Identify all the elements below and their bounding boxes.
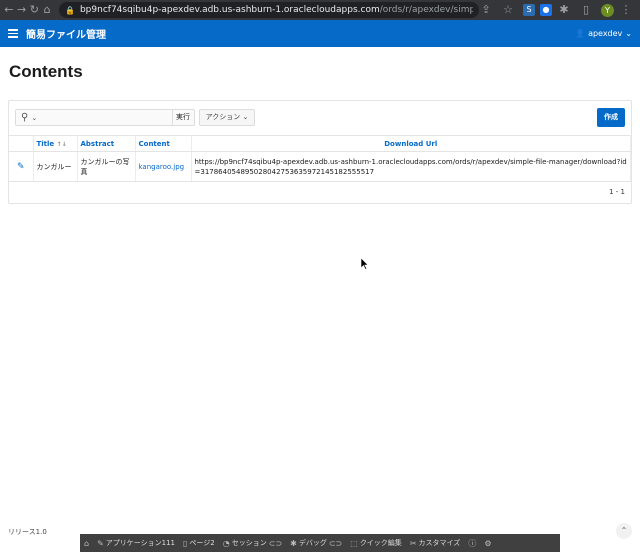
column-header-title[interactable]: Title ↑↓ bbox=[33, 135, 78, 152]
app-title[interactable]: 簡易ファイル管理 bbox=[26, 26, 106, 41]
edit-app-icon: ✎ bbox=[97, 538, 104, 548]
hamburger-menu-icon[interactable] bbox=[8, 29, 18, 38]
user-menu[interactable]: 👤 apexdev ⌄ bbox=[575, 29, 632, 38]
debug-icon: ✱ bbox=[290, 538, 297, 548]
user-name: apexdev bbox=[588, 29, 623, 38]
sort-ascending-icon: ↑↓ bbox=[56, 140, 67, 148]
dev-quick-edit-button[interactable]: ⬚ クイック編集 bbox=[350, 538, 402, 548]
create-button[interactable]: 作成 bbox=[597, 108, 625, 127]
column-header-content[interactable]: Content bbox=[135, 135, 192, 152]
extensions-puzzle-icon[interactable]: ✱ bbox=[557, 3, 571, 17]
profile-avatar[interactable]: Y bbox=[601, 3, 614, 17]
customize-icon: ✂ bbox=[409, 538, 417, 548]
address-bar[interactable]: 🔒 bp9ncf74sqibu4p-apexdev.adb.us-ashburn… bbox=[59, 2, 479, 18]
bookmark-star-icon[interactable]: ☆ bbox=[501, 3, 515, 17]
chevron-down-icon: ⌄ bbox=[242, 113, 249, 121]
dev-app-button[interactable]: ✎ アプリケーション111 bbox=[97, 538, 175, 548]
scroll-top-icon[interactable]: ⌃ bbox=[616, 523, 632, 539]
dev-customize-button[interactable]: ✂ カスタマイズ bbox=[410, 538, 461, 548]
sidebar-icon[interactable]: ▯ bbox=[579, 3, 593, 17]
report-table: Title ↑↓ Abstract Content Download Url ✎… bbox=[9, 135, 631, 182]
pagination: 1 - 1 bbox=[609, 188, 625, 196]
search-input[interactable] bbox=[37, 110, 194, 125]
table-header-row: Title ↑↓ Abstract Content Download Url bbox=[9, 135, 631, 152]
actions-label: アクション bbox=[205, 113, 241, 121]
cell-download-url: https://bp9ncf74sqibu4p-apexdev.adb.us-a… bbox=[191, 151, 631, 182]
dev-page-button[interactable]: ▯ ページ2 bbox=[183, 538, 215, 548]
mouse-cursor-icon bbox=[361, 258, 369, 270]
page-title: Contents bbox=[9, 62, 83, 81]
cell-content-link[interactable]: kangaroo.jpg bbox=[135, 151, 192, 182]
table-row: ✎ カンガルー カンガルーの写真 kangaroo.jpg https://bp… bbox=[9, 151, 631, 182]
lock-icon: 🔒 bbox=[65, 5, 75, 15]
go-button[interactable]: 実行 bbox=[172, 110, 193, 125]
dev-session-button[interactable]: ◔ セッション ⊂⊃ bbox=[223, 538, 282, 548]
quick-edit-icon: ⬚ bbox=[350, 538, 358, 548]
reload-icon[interactable]: ↻ bbox=[30, 3, 40, 17]
user-icon: 👤 bbox=[575, 29, 586, 38]
search-box: ⚲ ⌄ bbox=[15, 109, 195, 126]
release-label: リリース1.0 bbox=[8, 528, 47, 536]
column-header-download-url[interactable]: Download Url bbox=[191, 135, 631, 152]
edit-icon[interactable]: ✎ bbox=[9, 151, 34, 182]
edit-column-header bbox=[9, 135, 34, 152]
column-header-abstract[interactable]: Abstract bbox=[77, 135, 136, 152]
report-toolbar: ⚲ ⌄ 実行 アクション ⌄ 作成 bbox=[9, 101, 631, 135]
info-icon[interactable]: ⓘ bbox=[468, 538, 476, 549]
url-path: /ords/r/apexdev/simple-file-man... bbox=[379, 5, 473, 15]
back-icon[interactable]: ← bbox=[4, 3, 14, 17]
session-icon: ◔ bbox=[222, 538, 230, 548]
page-icon: ▯ bbox=[183, 538, 188, 548]
gear-icon[interactable]: ⚙ bbox=[484, 539, 491, 548]
cell-abstract: カンガルーの写真 bbox=[77, 151, 136, 182]
app-header: 簡易ファイル管理 👤 apexdev ⌄ bbox=[0, 20, 640, 47]
dev-debug-button[interactable]: ✱ デバッグ ⊂⊃ bbox=[290, 538, 342, 548]
extension-zoom-icon[interactable]: ● bbox=[540, 4, 552, 16]
developer-toolbar: ⌂ ✎ アプリケーション111 ▯ ページ2 ◔ セッション ⊂⊃ ✱ デバッグ ⊂⊃ ⬚ ク… bbox=[80, 534, 560, 552]
chevron-down-icon: ⌄ bbox=[625, 29, 632, 38]
url-host: bp9ncf74sqibu4p-apexdev.adb.us-ashburn-1… bbox=[79, 5, 380, 15]
home-icon[interactable]: ⌂ bbox=[42, 3, 52, 17]
search-icon[interactable]: ⚲ bbox=[16, 112, 31, 123]
extension-s-icon[interactable]: S bbox=[523, 4, 535, 16]
browser-toolbar: ← → ↻ ⌂ 🔒 bp9ncf74sqibu4p-apexdev.adb.us… bbox=[0, 0, 640, 20]
toggle-icon: ⊂⊃ bbox=[328, 538, 343, 548]
actions-menu-button[interactable]: アクション ⌄ bbox=[199, 109, 255, 126]
more-menu-icon[interactable]: ⋮ bbox=[619, 3, 633, 17]
report-region: ⚲ ⌄ 実行 アクション ⌄ 作成 Title ↑↓ Abstract Cont… bbox=[8, 100, 632, 204]
forward-icon[interactable]: → bbox=[17, 3, 27, 17]
share-icon[interactable]: ⇪ bbox=[479, 3, 493, 17]
cell-title: カンガルー bbox=[33, 151, 78, 182]
home-icon[interactable]: ⌂ bbox=[84, 539, 89, 548]
toggle-icon: ⊂⊃ bbox=[268, 538, 283, 548]
